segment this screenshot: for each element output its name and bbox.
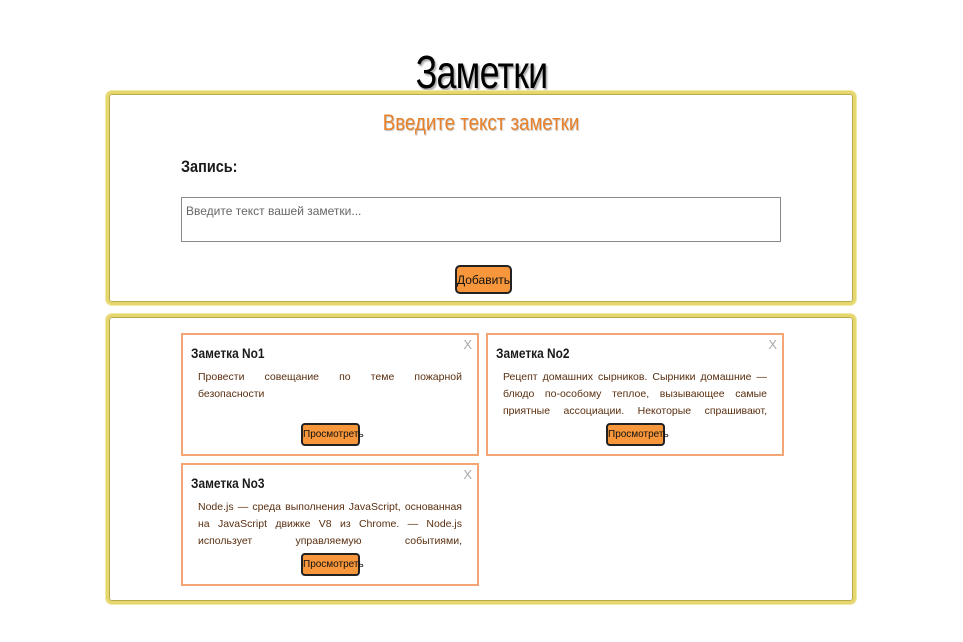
note-form-panel: Введите текст заметки Запись: Добавить bbox=[106, 91, 856, 305]
close-icon[interactable]: X bbox=[463, 337, 472, 352]
note-text: Node.js — среда выполнения JavaScript, о… bbox=[198, 501, 462, 547]
add-note-button[interactable]: Добавить bbox=[455, 265, 512, 294]
form-heading: Введите текст заметки bbox=[382, 110, 580, 135]
view-note-button[interactable]: Просмотреть bbox=[301, 553, 364, 576]
note-title: Заметка No1 bbox=[191, 345, 265, 361]
note-text-input[interactable] bbox=[181, 197, 781, 242]
note-text: Рецепт домашних сырников. Сырники домашн… bbox=[503, 371, 767, 417]
note-text: Провести совещание по теме пожарной безо… bbox=[198, 371, 462, 400]
note-title: Заметка No2 bbox=[496, 345, 570, 361]
note-card: X Заметка No1 Провести совещание по теме… bbox=[181, 333, 479, 456]
view-note-button[interactable]: Просмотреть bbox=[301, 423, 364, 446]
close-icon[interactable]: X bbox=[768, 337, 777, 352]
notes-list-panel: X Заметка No1 Провести совещание по теме… bbox=[106, 314, 856, 604]
note-label: Запись: bbox=[181, 157, 238, 176]
note-card: X Заметка No2 Рецепт домашних сырников. … bbox=[486, 333, 784, 456]
view-note-button[interactable]: Просмотреть bbox=[606, 423, 669, 446]
note-title: Заметка No3 bbox=[191, 475, 265, 491]
note-card: X Заметка No3 Node.js — среда выполнения… bbox=[181, 463, 479, 586]
close-icon[interactable]: X bbox=[463, 467, 472, 482]
